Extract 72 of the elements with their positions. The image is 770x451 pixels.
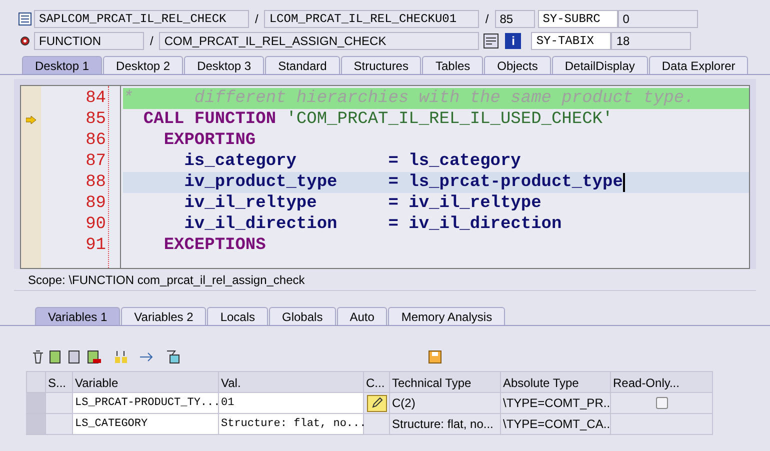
blocks-icon[interactable] [114,350,128,364]
line-number: 88 [84,172,106,193]
line-number: 91 [84,235,106,256]
column-header[interactable]: S... [46,371,73,393]
table-cell: C(2) [390,393,501,414]
module-name-field[interactable]: COM_PRCAT_IL_REL_ASSIGN_CHECK [159,32,480,50]
column-header[interactable]: Technical Type [390,371,501,393]
code-line: EXPORTING [162,130,257,151]
list-delete-icon[interactable] [87,350,101,364]
list-icon[interactable] [49,350,63,364]
code-line: iv_il_reltype = iv_il_reltype [183,193,542,214]
system-field-name[interactable]: SY-TABIX [531,32,612,50]
filter-icon[interactable] [166,350,180,364]
desktop-tab[interactable]: DetailDisplay [552,56,648,74]
column-header[interactable]: Val. [219,371,364,393]
variables-tab[interactable]: Locals [207,307,268,325]
table-cell: LS_PRCAT-PRODUCT_TY... [73,393,219,414]
scope-text: Scope: \FUNCTION com_prcat_il_rel_assign_check [28,273,305,287]
system-field-value[interactable]: 0 [618,10,698,28]
separator-slash: / [149,33,154,50]
separator-slash: / [254,11,260,28]
line-number: 84 [84,88,106,109]
variables-tab[interactable]: Auto [336,307,388,325]
save-icon[interactable] [428,350,442,364]
trash-icon[interactable] [32,350,44,364]
system-field-value[interactable]: 18 [611,32,692,50]
column-header[interactable]: Variable [73,371,219,393]
table-cell: LS_CATEGORY [73,414,219,435]
include-field[interactable]: LCOM_PRCAT_IL_REL_CHECKU01 [264,10,480,28]
table-cell: \TYPE=COMT_PR... [501,393,611,414]
program-field[interactable]: SAPLCOM_PRCAT_IL_REL_CHECK [34,10,249,28]
arrows-icon[interactable] [139,350,155,364]
column-header[interactable]: Read-Only... [611,371,713,393]
code-line: is_category = ls_category [183,151,522,172]
variables-tab[interactable]: Globals [269,307,336,325]
variables-tab[interactable]: Memory Analysis [388,307,506,325]
display-icon[interactable] [483,33,500,49]
table-cell: Structure: flat, no... [219,414,364,435]
desktop-tab[interactable]: Structures [340,56,422,74]
info-button[interactable]: i [505,33,522,49]
variables-tab[interactable]: Variables 1 [35,307,120,325]
list-icon[interactable] [68,350,82,364]
desktop-tab[interactable]: Standard [265,56,340,74]
desktop-tab[interactable]: Data Explorer [648,56,748,74]
line-number: 85 [84,109,106,130]
desktop-tab[interactable]: Desktop 3 [184,56,264,74]
line-number: 89 [84,193,106,214]
code-line: iv_il_direction = iv_il_direction [183,214,563,235]
separator-slash: / [484,11,490,28]
read-only-checkbox[interactable] [656,397,668,409]
list-icon [18,12,32,26]
line-number: 90 [84,214,106,235]
column-header[interactable]: Absolute Type [501,371,611,393]
type-field[interactable]: FUNCTION [34,32,144,50]
line-number: 87 [84,151,106,172]
table-cell: \TYPE=COMT_CA... [501,414,611,435]
column-header[interactable]: C... [364,371,390,393]
table-cell: 01 [219,393,364,414]
gear-icon [18,34,32,48]
system-field-name[interactable]: SY-SUBRC [538,10,618,28]
code-line: EXCEPTIONS [162,235,267,256]
line-number: 86 [84,130,106,151]
edit-button[interactable] [366,394,386,412]
line-field[interactable]: 85 [494,10,535,28]
desktop-tab[interactable]: Tables [422,56,484,74]
code-line: CALL FUNCTION 'COM_PRCAT_IL_REL_IL_USED_CHECK' [142,109,614,130]
desktop-tab[interactable]: Desktop 1 [22,56,102,74]
variables-tab[interactable]: Variables 2 [121,307,206,325]
desktop-tab[interactable]: Objects [484,56,551,74]
pencil-icon [370,397,382,409]
desktop-tab[interactable]: Desktop 2 [103,56,184,74]
table-cell: Structure: flat, no... [390,414,501,435]
